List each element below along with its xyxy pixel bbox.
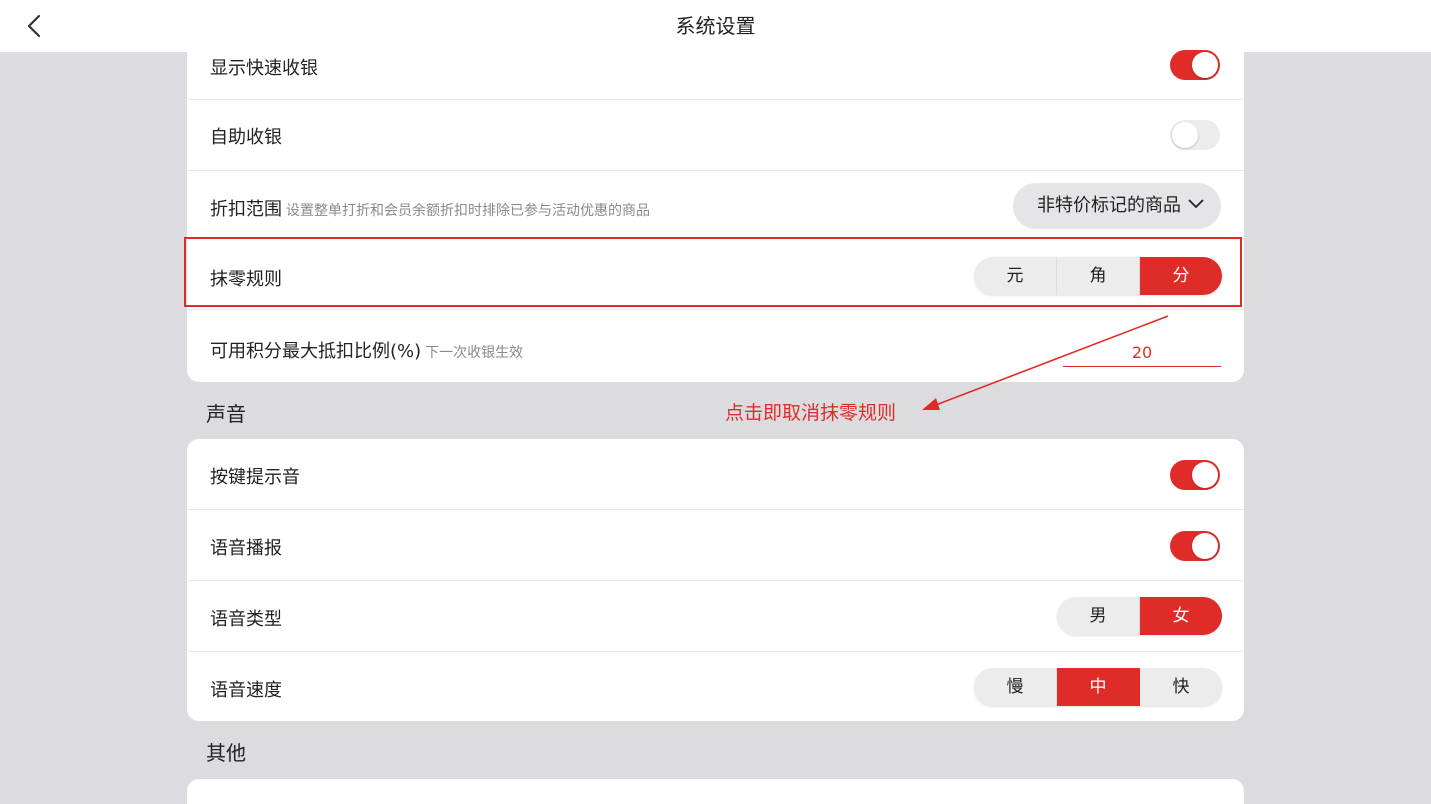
page-title: 系统设置 — [675, 14, 756, 38]
quick-cashier-toggle[interactable] — [1170, 50, 1220, 80]
rounding-rule-label: 抹零规则 — [210, 269, 282, 290]
self-checkout-toggle[interactable] — [1170, 120, 1220, 150]
discount-scope-title: 折扣范围 — [210, 199, 282, 220]
rounding-option-fen[interactable]: 分 — [1140, 257, 1222, 295]
settings-card: 显示快速收银 自助收银 折扣范围 设置整单打折和会员余额折扣时排除已参与活动优惠的… — [187, 50, 1244, 382]
discount-scope-value: 非特价标记的商品 — [1037, 195, 1181, 216]
setting-row-quick-cashier: 显示快速收银 — [187, 50, 1244, 100]
voice-speed-fast[interactable]: 快 — [1140, 668, 1222, 706]
setting-row-self-checkout: 自助收银 — [187, 100, 1244, 171]
toggle-knob — [1172, 122, 1198, 148]
sound-card: 按键提示音 语音播报 语音类型 男 女 语音速度 慢 中 快 — [187, 439, 1244, 721]
setting-row-rounding-rule: 抹零规则 元 角 分 — [187, 239, 1244, 310]
points-ratio-label: 可用积分最大抵扣比例(%) 下一次收银生效 — [210, 337, 523, 363]
key-tone-label: 按键提示音 — [210, 467, 300, 488]
sound-row-voice-broadcast: 语音播报 — [187, 510, 1244, 581]
annotation-text: 点击即取消抹零规则 — [725, 402, 897, 424]
voice-speed-segmented: 慢 中 快 — [974, 668, 1222, 706]
toggle-knob — [1192, 533, 1218, 559]
voice-type-female[interactable]: 女 — [1140, 597, 1222, 635]
toggle-knob — [1192, 52, 1218, 78]
toggle-knob — [1192, 462, 1218, 488]
rounding-rule-segmented: 元 角 分 — [974, 257, 1222, 295]
discount-scope-hint: 设置整单打折和会员余额折扣时排除已参与活动优惠的商品 — [286, 203, 650, 219]
voice-type-segmented: 男 女 — [1057, 597, 1222, 635]
discount-scope-label: 折扣范围 设置整单打折和会员余额折扣时排除已参与活动优惠的商品 — [210, 195, 650, 221]
rounding-option-yuan[interactable]: 元 — [974, 257, 1057, 295]
points-ratio-title: 可用积分最大抵扣比例(%) — [210, 341, 422, 362]
sound-row-voice-speed: 语音速度 慢 中 快 — [187, 652, 1244, 721]
voice-type-male[interactable]: 男 — [1057, 597, 1140, 635]
voice-speed-label: 语音速度 — [210, 680, 282, 701]
voice-broadcast-label: 语音播报 — [210, 538, 282, 559]
voice-speed-medium[interactable]: 中 — [1057, 668, 1140, 706]
sound-row-key-tone: 按键提示音 — [187, 439, 1244, 510]
section-title-other: 其他 — [206, 741, 246, 765]
setting-row-points-ratio: 可用积分最大抵扣比例(%) 下一次收银生效 — [187, 310, 1244, 382]
section-title-sound: 声音 — [206, 402, 246, 426]
self-checkout-label: 自助收银 — [210, 127, 282, 148]
voice-type-label: 语音类型 — [210, 609, 282, 630]
top-bar: 系统设置 — [0, 0, 1431, 52]
voice-speed-slow[interactable]: 慢 — [974, 668, 1057, 706]
quick-cashier-label: 显示快速收银 — [210, 58, 318, 79]
sound-row-voice-type: 语音类型 男 女 — [187, 581, 1244, 652]
key-tone-toggle[interactable] — [1170, 460, 1220, 490]
discount-scope-dropdown[interactable]: 非特价标记的商品 — [1013, 183, 1221, 229]
points-ratio-hint: 下一次收银生效 — [425, 345, 524, 361]
voice-broadcast-toggle[interactable] — [1170, 531, 1220, 561]
rounding-option-jiao[interactable]: 角 — [1057, 257, 1140, 295]
other-card — [187, 779, 1244, 804]
setting-row-discount-scope: 折扣范围 设置整单打折和会员余额折扣时排除已参与活动优惠的商品 非特价标记的商品 — [187, 171, 1244, 239]
chevron-down-icon — [1188, 199, 1204, 209]
points-ratio-input[interactable] — [1063, 338, 1221, 367]
